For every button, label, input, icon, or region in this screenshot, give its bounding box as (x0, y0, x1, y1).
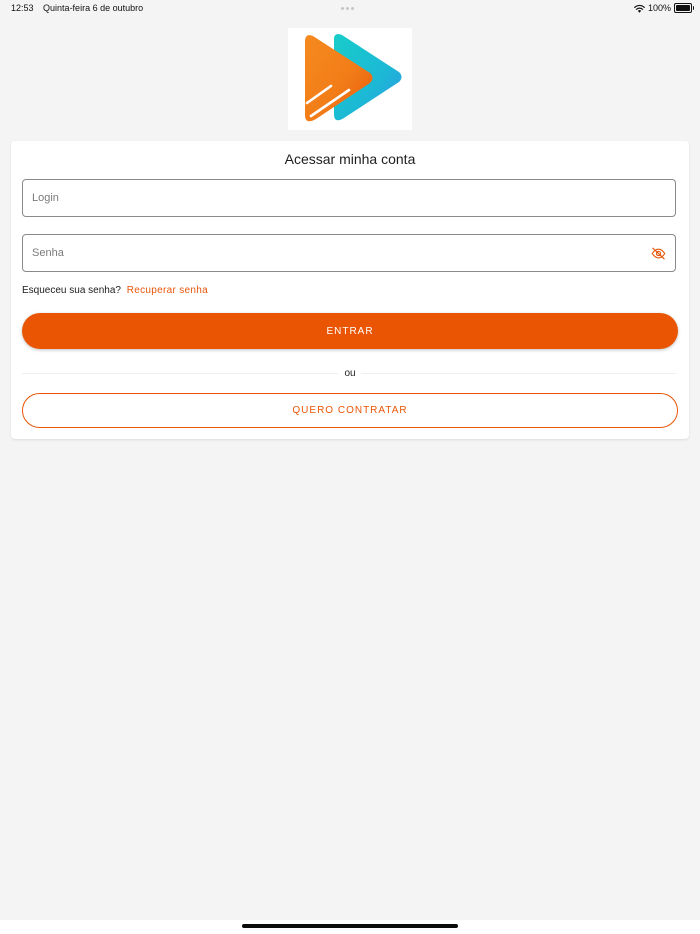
enter-button[interactable]: ENTRAR (22, 313, 678, 349)
wifi-icon (634, 4, 645, 13)
battery-fill (676, 5, 690, 11)
card-title: Acessar minha conta (284, 151, 416, 167)
eye-off-icon[interactable] (651, 247, 666, 260)
or-separator: ou (338, 367, 362, 380)
login-input[interactable] (23, 180, 675, 216)
status-time-date: 12:53 Quinta-feira 6 de outubro (11, 0, 143, 16)
status-indicators: 100% (634, 0, 694, 16)
app-logo (288, 28, 412, 130)
recover-password-link[interactable]: Recuperar senha (127, 285, 208, 296)
password-field[interactable] (22, 234, 676, 272)
multitasking-dots-icon[interactable] (341, 7, 354, 10)
status-time: 12:53 (11, 3, 34, 13)
status-bar: 12:53 Quinta-feira 6 de outubro 100% (0, 0, 700, 16)
home-indicator[interactable] (242, 924, 458, 928)
status-date: Quinta-feira 6 de outubro (43, 3, 144, 13)
login-card: Acessar minha conta Esqueceu sua senha? … (11, 141, 689, 439)
battery-percent: 100% (647, 3, 671, 13)
battery-icon (674, 3, 694, 13)
play-arrows-logo-icon (305, 34, 402, 122)
password-input[interactable] (23, 235, 675, 271)
forgot-password-row: Esqueceu sua senha? Recuperar senha (22, 284, 208, 298)
login-field[interactable] (22, 179, 676, 217)
hire-button[interactable]: QUERO CONTRATAR (22, 393, 678, 428)
forgot-password-text: Esqueceu sua senha? (22, 285, 121, 296)
